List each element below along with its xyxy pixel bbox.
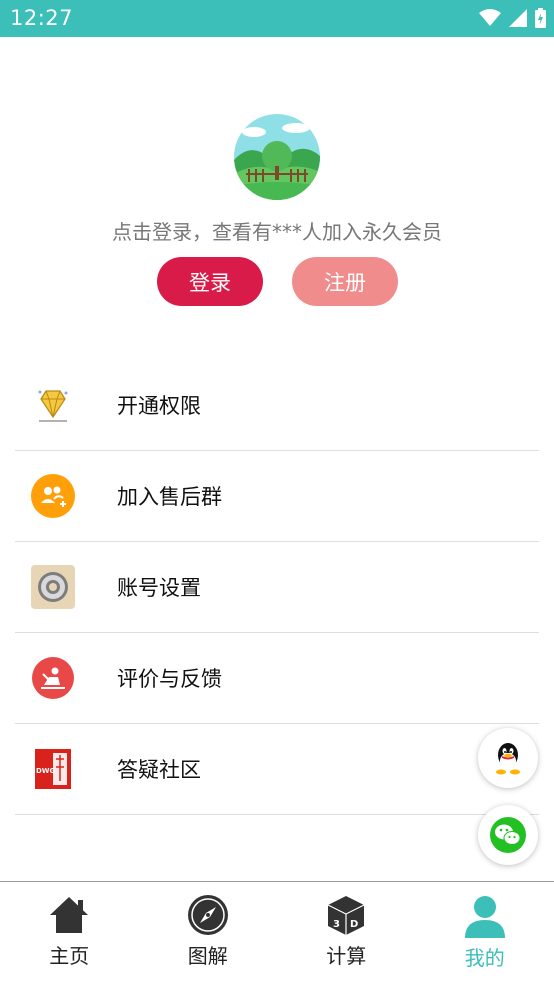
menu-item-label: 评价与反馈 xyxy=(117,663,222,693)
dwg-file-icon: DWG xyxy=(31,747,75,791)
menu-item-label: 答疑社区 xyxy=(117,754,201,784)
wifi-icon xyxy=(479,9,501,27)
feedback-icon xyxy=(31,656,75,700)
status-bar: 12:27 xyxy=(0,0,554,37)
status-time: 12:27 xyxy=(10,6,73,30)
nav-home[interactable]: 主页 xyxy=(0,882,139,985)
home-icon xyxy=(48,894,90,936)
svg-text:DWG: DWG xyxy=(36,767,56,775)
svg-text:D: D xyxy=(350,919,358,930)
nav-label: 图解 xyxy=(188,940,228,969)
status-icons xyxy=(479,8,546,28)
qq-button[interactable] xyxy=(478,728,538,788)
menu-item-label: 加入售后群 xyxy=(117,481,222,511)
menu-item-label: 账号设置 xyxy=(117,572,201,602)
group-add-icon xyxy=(31,474,75,518)
menu-item-group[interactable]: 加入售后群 xyxy=(15,451,539,542)
signal-icon xyxy=(509,9,527,27)
nav-label: 主页 xyxy=(49,940,89,969)
nav-calculate[interactable]: 3 D 计算 xyxy=(277,882,416,985)
menu-item-settings[interactable]: 账号设置 xyxy=(15,542,539,633)
avatar-forest-icon xyxy=(234,114,320,200)
3d-cube-icon: 3 D xyxy=(325,894,367,936)
login-button[interactable]: 登录 xyxy=(157,257,263,306)
avatar[interactable] xyxy=(234,114,320,200)
settings-icon xyxy=(31,565,75,609)
menu-item-feedback[interactable]: 评价与反馈 xyxy=(15,633,539,724)
nav-label: 计算 xyxy=(326,940,366,969)
menu-item-vip[interactable]: 开通权限 xyxy=(15,360,539,451)
battery-icon xyxy=(535,8,546,28)
wechat-button[interactable] xyxy=(478,805,538,865)
register-button[interactable]: 注册 xyxy=(292,257,398,306)
login-hint: 点击登录，查看有***人加入永久会员 xyxy=(0,216,554,245)
menu-item-community[interactable]: DWG 答疑社区 xyxy=(15,724,539,815)
qq-icon xyxy=(492,741,524,775)
diamond-icon xyxy=(31,383,75,427)
nav-mine[interactable]: 我的 xyxy=(416,882,554,985)
bottom-navigation: 主页 图解 3 D 计算 我的 xyxy=(0,881,554,985)
nav-diagram[interactable]: 图解 xyxy=(139,882,278,985)
svg-text:3: 3 xyxy=(333,919,340,930)
menu-item-label: 开通权限 xyxy=(117,390,201,420)
wechat-icon xyxy=(489,816,527,854)
menu-list: 开通权限 加入售后群 账号设置 xyxy=(15,360,539,815)
nav-label: 我的 xyxy=(465,942,505,971)
user-icon xyxy=(463,894,507,938)
compass-icon xyxy=(187,894,229,936)
